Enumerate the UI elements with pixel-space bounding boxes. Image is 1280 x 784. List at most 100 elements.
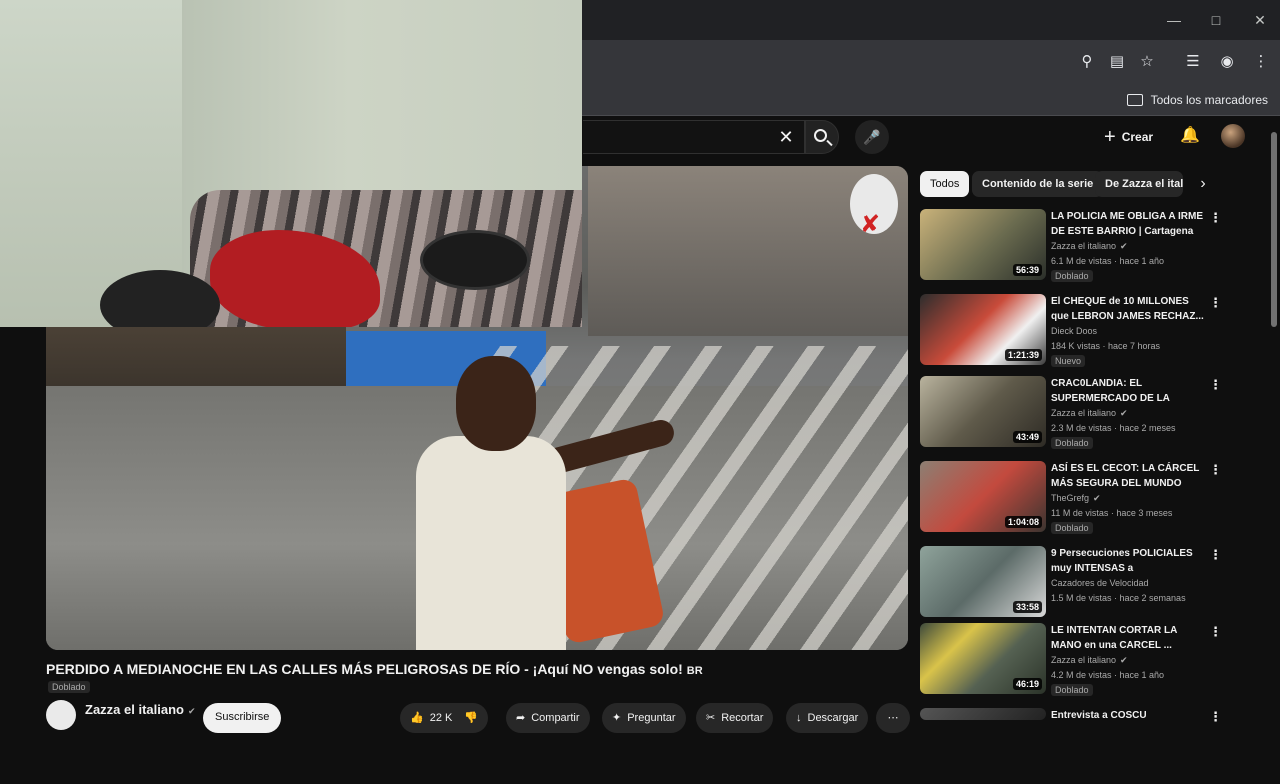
scrollbar-thumb[interactable] <box>1271 132 1277 327</box>
chip-all[interactable]: Todos <box>920 171 970 197</box>
recommendation-item[interactable]: 33:58 9 Persecuciones POLICIALES muy INTE… <box>920 546 1262 622</box>
channel-name-text[interactable]: Zazza el italiano <box>85 702 184 717</box>
verified-icon: ✔ <box>1120 655 1128 665</box>
folder-icon <box>1126 94 1143 106</box>
recommendation-thumbnail[interactable]: 1:04:08 <box>920 461 1046 532</box>
more-options-icon[interactable]: ⋮ <box>1209 625 1222 639</box>
recommendation-title[interactable]: CRAC0LANDIA: EL SUPERMERCADO DE LA DROG.… <box>1051 376 1205 406</box>
recommendation-meta: 184 K vistas · hace 7 horas <box>1051 341 1161 351</box>
download-button[interactable]: ↓ Descargar <box>786 703 869 733</box>
dubbed-badge: Doblado <box>1051 437 1093 449</box>
recommendation-channel[interactable]: TheGrefg ✔ <box>1051 493 1101 504</box>
recommendation-item[interactable]: 43:49 CRAC0LANDIA: EL SUPERMERCADO DE LA … <box>920 376 1262 452</box>
like-dislike-button[interactable]: 👍 22 K 👎 <box>400 703 489 733</box>
recommendation-thumbnail[interactable]: 33:58 <box>920 546 1046 617</box>
chevron-right-icon[interactable]: › <box>1194 175 1212 193</box>
recommendation-thumbnail[interactable]: 46:19 <box>920 623 1046 694</box>
recommendation-item[interactable]: 56:39 LA POLICIA ME OBLIGA A IRME DE ESTE… <box>920 209 1262 285</box>
download-label: Descargar <box>807 712 859 724</box>
recommendation-thumbnail[interactable]: 43:49 <box>920 376 1046 447</box>
ask-label: Preguntar <box>627 712 676 724</box>
recommendation-channel-text[interactable]: Cazadores de Velocidad <box>1051 578 1149 588</box>
maximize-icon[interactable]: □ <box>1206 10 1226 30</box>
video-title: PERDIDO A MEDIANOCHE EN LAS CALLES MÁS P… <box>46 661 906 677</box>
recommendation-item[interactable]: 1:21:39 El CHEQUE de 10 MILLONES que LEBR… <box>920 294 1262 370</box>
more-options-icon[interactable]: ⋮ <box>1209 296 1222 310</box>
more-options-icon[interactable]: ⋮ <box>1209 548 1222 562</box>
voice-search-button[interactable]: 🎤 <box>855 120 889 154</box>
recommendation-channel-text[interactable]: TheGrefg <box>1051 493 1089 503</box>
recommendation-thumbnail[interactable] <box>920 708 1046 720</box>
recommendation-channel[interactable]: Cazadores de Velocidad <box>1051 578 1149 588</box>
media-controls-icon[interactable]: ☰ <box>1182 51 1204 73</box>
recommendation-channel-text[interactable]: Zazza el italiano <box>1051 241 1116 251</box>
verified-icon: ✔ <box>187 706 196 716</box>
video-duration: 1:04:08 <box>1004 516 1042 528</box>
recommendation-title[interactable]: LA POLICIA ME OBLIGA A IRME DE ESTE BARR… <box>1051 209 1205 239</box>
recommendation-meta: 2.3 M de vistas · hace 2 meses <box>1051 423 1176 433</box>
recommendation-meta: 4.2 M de vistas · hace 1 año <box>1051 670 1165 680</box>
webcam-fan <box>420 230 530 290</box>
more-actions-button[interactable]: ⋯ <box>876 703 910 733</box>
create-button[interactable]: + Crear <box>1104 122 1153 152</box>
recommendation-thumbnail[interactable]: 56:39 <box>920 209 1046 280</box>
close-window-icon[interactable]: ✕ <box>1250 10 1270 30</box>
recommendation-title[interactable]: LE INTENTAN CORTAR LA MANO en una CARCEL… <box>1051 623 1205 653</box>
thumbs-up-icon[interactable]: 👍 <box>410 704 424 732</box>
minimize-icon[interactable]: — <box>1164 10 1184 30</box>
search-icon <box>814 129 827 142</box>
channel-avatar[interactable] <box>46 700 76 730</box>
sidebar-scrollbar[interactable] <box>1270 120 1278 720</box>
recommendation-title[interactable]: ASÍ ES EL CECOT: LA CÁRCEL MÁS SEGURA DE… <box>1051 461 1205 491</box>
profile-icon[interactable]: ◉ <box>1216 51 1238 73</box>
channel-name[interactable]: Zazza el italiano ✔ <box>85 702 196 717</box>
notifications-bell-icon[interactable]: 🔔 <box>1178 124 1202 148</box>
create-label: Crear <box>1121 130 1154 144</box>
more-options-icon[interactable]: ⋮ <box>1209 378 1222 392</box>
recommendation-channel-text[interactable]: Zazza el italiano <box>1051 408 1116 418</box>
search-button[interactable] <box>805 120 839 154</box>
more-options-icon[interactable]: ⋮ <box>1209 211 1222 225</box>
recommendation-channel[interactable]: Zazza el italiano ✔ <box>1051 408 1128 419</box>
recommendation-channel-text[interactable]: Zazza el italiano <box>1051 655 1116 665</box>
recommendation-item[interactable]: 1:04:08 ASÍ ES EL CECOT: LA CÁRCEL MÁS SE… <box>920 461 1262 537</box>
all-bookmarks-label: Todos los marcadores <box>1150 93 1268 107</box>
recommendation-channel[interactable]: Zazza el italiano ✔ <box>1051 241 1128 252</box>
more-dots-icon: ⋯ <box>887 712 899 724</box>
install-app-icon[interactable]: ▤ <box>1106 51 1128 73</box>
video-frame-head <box>456 356 536 451</box>
chip-series[interactable]: Contenido de la serie <box>972 171 1104 197</box>
clip-label: Recortar <box>721 712 764 724</box>
account-avatar[interactable] <box>1221 124 1245 148</box>
more-options-icon[interactable]: ⋮ <box>1209 463 1222 477</box>
microphone-icon: 🎤 <box>863 129 881 145</box>
recommendation-thumbnail[interactable]: 1:21:39 <box>920 294 1046 365</box>
recommendation-title[interactable]: 9 Persecuciones POLICIALES muy INTENSAS … <box>1051 546 1205 576</box>
recommendation-meta: 6.1 M de vistas · hace 1 año <box>1051 256 1165 266</box>
all-bookmarks-button[interactable]: Todos los marcadores <box>1126 88 1268 112</box>
recommendation-item[interactable]: Entrevista a COSCU ⋮ <box>920 708 1262 784</box>
subscribe-button[interactable]: Suscribirse <box>203 703 282 733</box>
bookmark-star-icon[interactable]: ☆ <box>1136 51 1158 73</box>
share-button[interactable]: ➦ Compartir <box>506 703 590 733</box>
recommendation-channel-text[interactable]: Dieck Doos <box>1051 326 1097 336</box>
sparkle-icon: ✦ <box>612 712 622 724</box>
verified-icon: ✔ <box>1093 493 1101 503</box>
video-title-suffix: BR <box>686 665 703 677</box>
recommendation-title[interactable]: El CHEQUE de 10 MILLONES que LEBRON JAME… <box>1051 294 1205 324</box>
recommendation-item[interactable]: 46:19 LE INTENTAN CORTAR LA MANO en una C… <box>920 623 1262 699</box>
chip-channel[interactable]: De Zazza el italiano <box>1095 171 1183 197</box>
zoom-icon[interactable]: ⚲ <box>1076 51 1098 73</box>
dubbed-badge: Doblado <box>1051 522 1093 534</box>
recommendation-title[interactable]: Entrevista a COSCU <box>1051 708 1205 723</box>
browser-menu-icon[interactable]: ⋮ <box>1250 51 1272 73</box>
search-input[interactable] <box>583 120 805 154</box>
clear-search-icon[interactable]: ✕ <box>775 126 797 148</box>
thumbs-down-icon[interactable]: 👎 <box>464 704 478 732</box>
more-options-icon[interactable]: ⋮ <box>1209 710 1222 724</box>
clip-button[interactable]: ✂ Recortar <box>696 703 774 733</box>
recommendation-channel[interactable]: Dieck Doos <box>1051 326 1097 336</box>
new-badge: Nuevo <box>1051 355 1086 367</box>
recommendation-channel[interactable]: Zazza el italiano ✔ <box>1051 655 1128 666</box>
ask-button[interactable]: ✦ Preguntar <box>602 703 686 733</box>
